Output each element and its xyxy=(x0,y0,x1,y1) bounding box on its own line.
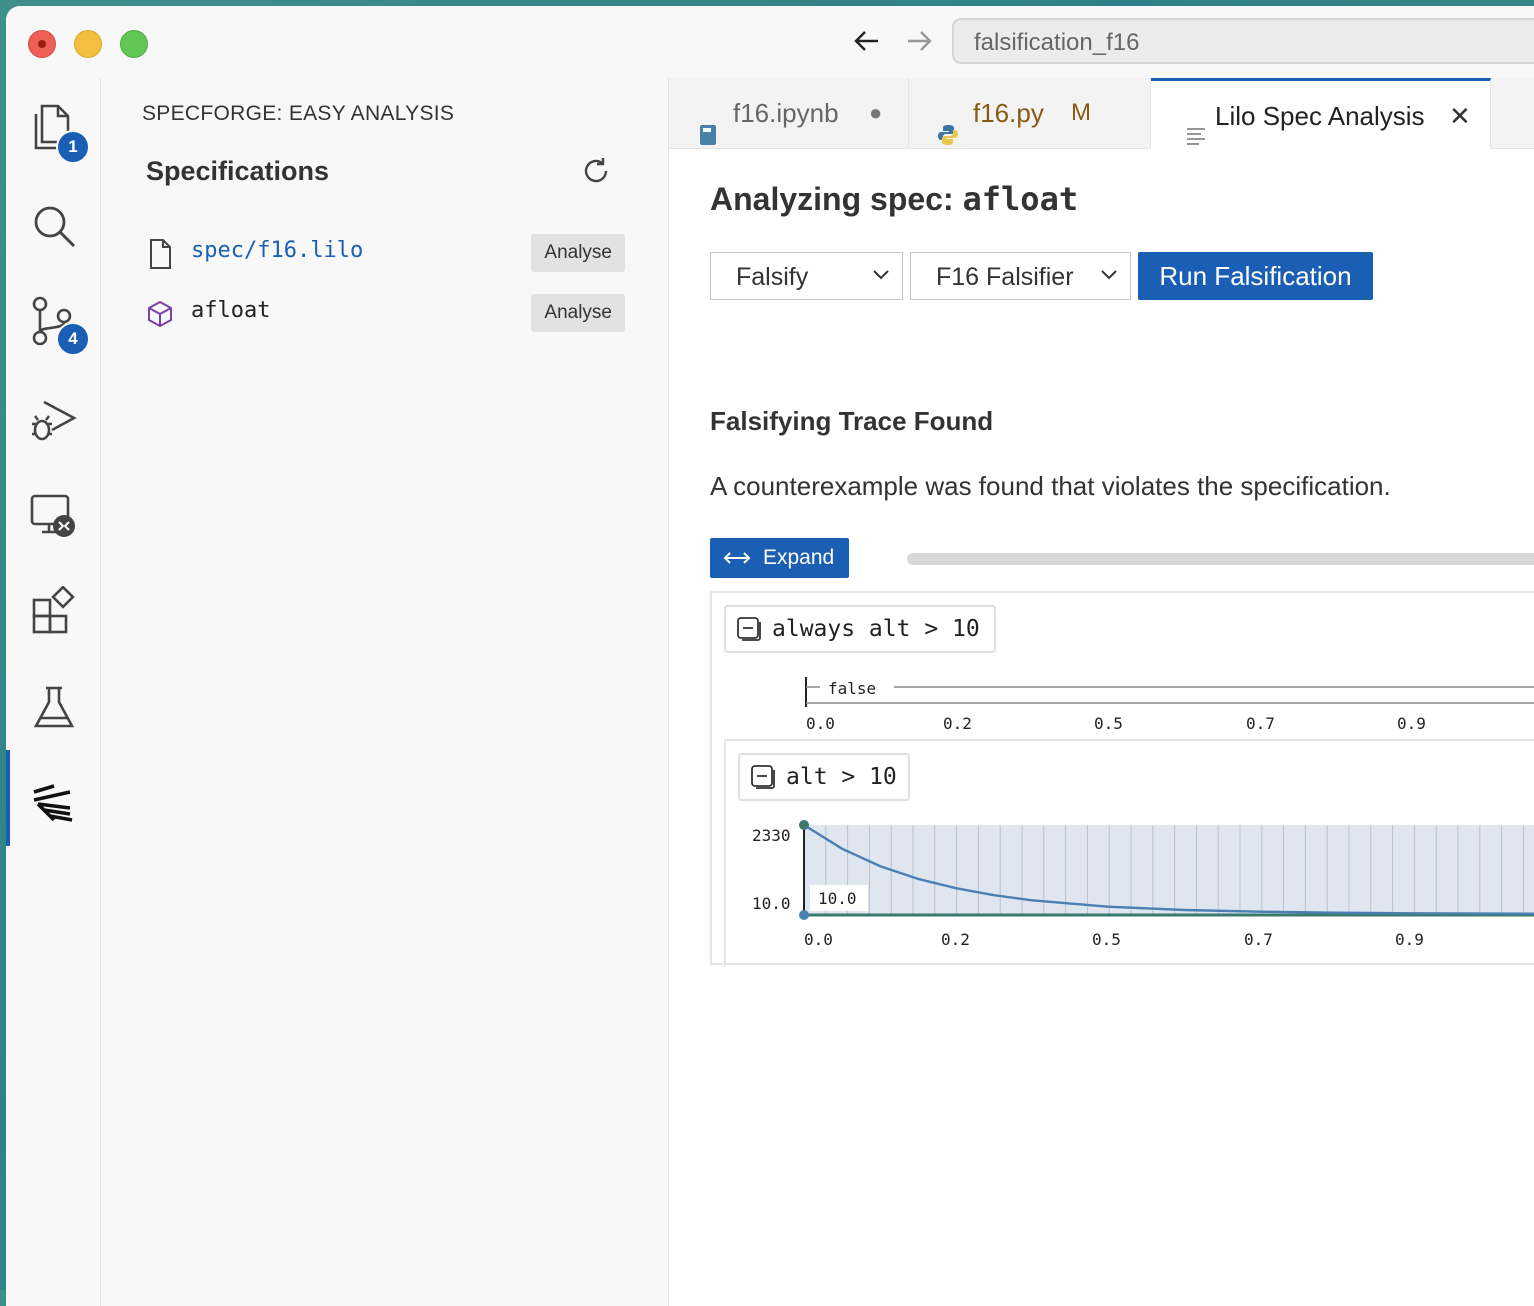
run-falsification-button[interactable]: Run Falsification xyxy=(1138,252,1373,300)
scm-badge: 4 xyxy=(56,322,90,356)
extensions-icon[interactable] xyxy=(28,585,80,638)
title-bar: falsification_f16 xyxy=(6,6,1534,79)
x-tick-label: 0.5 xyxy=(1094,714,1123,733)
forward-arrow-icon[interactable] xyxy=(904,26,934,63)
formula-chip-always[interactable]: always alt > 10 xyxy=(724,605,996,653)
y-tick-label: 2330 xyxy=(752,826,791,845)
chevron-down-icon xyxy=(1101,270,1117,280)
value-label: false xyxy=(828,679,876,698)
editor-area: f16.ipynb ● f16.py M Lilo Spec Analysis … xyxy=(669,78,1534,1306)
unsaved-dot: ● xyxy=(869,100,883,125)
result-description: A counterexample was found that violates… xyxy=(710,471,1391,501)
back-arrow-icon[interactable] xyxy=(852,26,882,63)
close-tab-icon[interactable]: ✕ xyxy=(1449,81,1471,151)
x-tick-label: 0.9 xyxy=(1397,714,1426,733)
tab-label: Lilo Spec Analysis xyxy=(1215,101,1425,131)
maximize-window-button[interactable] xyxy=(120,30,148,58)
chart-divider xyxy=(724,739,1534,741)
spec-definition-label[interactable]: afloat xyxy=(191,298,270,323)
x-tick-label: 0.9 xyxy=(1395,930,1424,949)
tab-label: f16.ipynb xyxy=(733,98,839,128)
x-tick-label: 0.5 xyxy=(1092,930,1121,949)
x-tick-label: 0.7 xyxy=(1244,930,1273,949)
specforge-icon[interactable] xyxy=(28,778,80,830)
x-tick-label: 0.0 xyxy=(804,930,833,949)
notebook-icon xyxy=(697,102,719,145)
explorer-badge: 1 xyxy=(56,130,90,164)
file-icon xyxy=(145,238,175,270)
expand-button[interactable]: Expand xyxy=(710,538,849,578)
falsifier-select-value: F16 Falsifier xyxy=(936,263,1074,291)
expand-arrows-icon xyxy=(723,552,751,564)
heading-prefix: Analyzing spec: xyxy=(710,181,963,217)
tab-lilo-spec-analysis[interactable]: Lilo Spec Analysis ✕ xyxy=(1151,78,1491,149)
specforge-sidebar: SPECFORGE: EASY ANALYSIS Specifications … xyxy=(101,78,669,1306)
search-icon[interactable] xyxy=(28,200,80,252)
timeline-chart: false 0.0 0.2 0.5 0.7 0.9 xyxy=(805,675,1534,733)
x-tick-label: 0.0 xyxy=(806,714,835,733)
explorer-icon[interactable]: 1 xyxy=(28,102,90,164)
spec-file-label[interactable]: spec/f16.lilo xyxy=(191,238,363,263)
falsifier-select[interactable]: F16 Falsifier xyxy=(910,252,1131,300)
signal-chart: 2330 10.0 10.0 0.0 0.2 0.5 0.7 0.9 xyxy=(752,820,1534,949)
cube-icon xyxy=(145,298,175,330)
specifications-heading: Specifications xyxy=(146,156,330,186)
spec-name: afloat xyxy=(962,180,1079,218)
mode-select-value: Falsify xyxy=(736,263,809,291)
threshold-label: 10.0 xyxy=(818,889,857,908)
remote-explorer-icon[interactable] xyxy=(28,490,80,542)
threshold-start-point xyxy=(799,910,809,920)
x-tick-label: 0.2 xyxy=(941,930,970,949)
refresh-icon[interactable] xyxy=(579,154,613,188)
activity-bar: 1 4 xyxy=(6,78,101,1306)
analysis-heading: Analyzing spec: afloat xyxy=(710,180,1078,218)
tab-f16-ipynb[interactable]: f16.ipynb ● xyxy=(669,78,909,148)
tab-label: f16.py xyxy=(973,98,1044,128)
python-icon xyxy=(937,102,959,145)
active-view-indicator xyxy=(6,750,10,846)
horizontal-scrollbar[interactable] xyxy=(907,553,1534,565)
run-debug-icon[interactable] xyxy=(28,394,80,446)
editor-tabs: f16.ipynb ● f16.py M Lilo Spec Analysis … xyxy=(669,78,1534,149)
mode-select[interactable]: Falsify xyxy=(710,252,903,300)
modified-indicator: M xyxy=(1071,99,1091,126)
spec-definition-row[interactable]: afloat Analyse xyxy=(145,294,625,334)
series-start-point xyxy=(799,820,809,830)
result-title: Falsifying Trace Found xyxy=(710,406,994,436)
analyse-file-button[interactable]: Analyse xyxy=(531,234,625,272)
nested-border xyxy=(724,741,726,967)
collapse-icon[interactable] xyxy=(736,616,762,642)
source-control-icon[interactable]: 4 xyxy=(28,294,90,356)
command-center-search[interactable]: falsification_f16 xyxy=(952,18,1534,64)
formula-chip-alt[interactable]: alt > 10 xyxy=(738,753,910,801)
analysis-view: Analyzing spec: afloat Falsify F16 Falsi… xyxy=(710,148,1534,1306)
preview-lines-icon xyxy=(1185,103,1207,145)
y-tick-label: 10.0 xyxy=(752,894,791,913)
x-tick-label: 0.2 xyxy=(943,714,972,733)
testing-flask-icon[interactable] xyxy=(28,682,80,734)
collapse-icon[interactable] xyxy=(750,764,776,790)
formula-text: always alt > 10 xyxy=(772,616,980,642)
spec-file-row[interactable]: spec/f16.lilo Analyse xyxy=(145,234,625,274)
x-tick-label: 0.7 xyxy=(1246,714,1275,733)
minimize-window-button[interactable] xyxy=(74,30,102,58)
chevron-down-icon xyxy=(873,270,889,280)
tab-f16-py[interactable]: f16.py M xyxy=(909,78,1151,148)
close-window-button[interactable] xyxy=(28,30,56,58)
sidebar-title: SPECFORGE: EASY ANALYSIS xyxy=(142,102,455,125)
analyse-definition-button[interactable]: Analyse xyxy=(531,294,625,332)
formula-text: alt > 10 xyxy=(786,764,897,790)
trace-panel: always alt > 10 false 0.0 0.2 0.5 0.7 0.9 alt… xyxy=(710,591,1534,967)
expand-label: Expand xyxy=(763,546,835,569)
app-window: falsification_f16 1 4 SPECFORGE: EASY AN… xyxy=(6,6,1534,1306)
